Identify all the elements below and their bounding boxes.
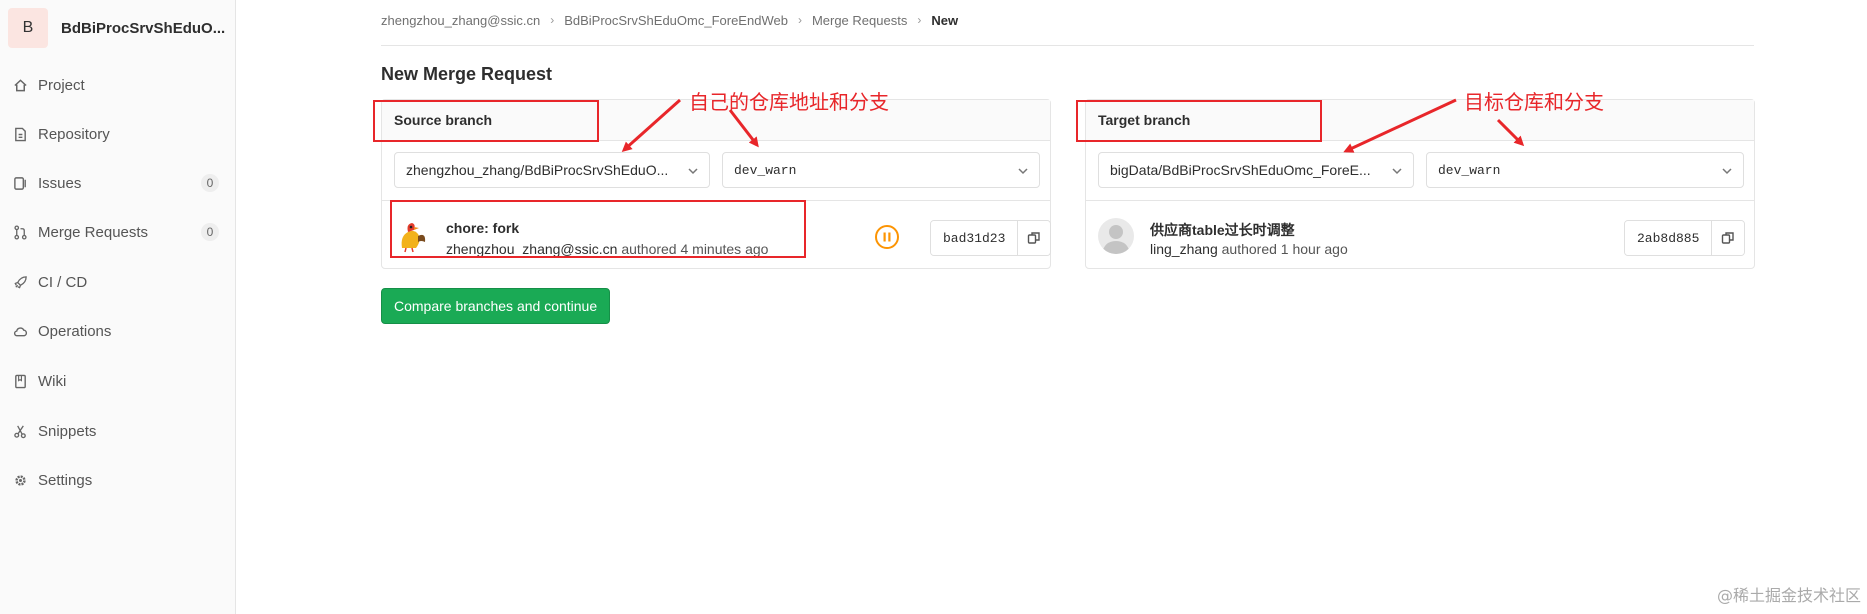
sidebar-item-settings[interactable]: Settings bbox=[0, 464, 236, 496]
breadcrumb-current: New bbox=[931, 12, 959, 28]
pipeline-paused-icon[interactable] bbox=[874, 224, 900, 250]
watermark: @稀土掘金技术社区 bbox=[1716, 586, 1861, 605]
project-name: BdBiProcSrvShEduO... bbox=[61, 19, 226, 37]
copy-icon bbox=[1028, 232, 1041, 244]
commit-divider bbox=[1086, 200, 1754, 201]
target-sha-group: 2ab8d885 bbox=[1624, 220, 1746, 256]
sidebar-item-merge-requests[interactable]: Merge Requests 0 bbox=[0, 216, 236, 248]
breadcrumb: zhengzhou_zhang@ssic.cn › BdBiProcSrvShE… bbox=[381, 10, 958, 30]
merge-icon bbox=[12, 224, 28, 240]
chevron-down-icon bbox=[688, 168, 698, 175]
sidebar-item-label: Settings bbox=[38, 471, 93, 489]
target-branch-select[interactable]: dev_warn bbox=[1426, 152, 1744, 188]
project-header[interactable]: B BdBiProcSrvShEduO... bbox=[8, 8, 225, 48]
source-branch-select[interactable]: dev_warn bbox=[722, 152, 1040, 188]
target-commit: 供应商table过长时调整 ling_zhang authored 1 hour… bbox=[1098, 206, 1746, 264]
sidebar-item-operations[interactable]: Operations bbox=[0, 315, 236, 347]
copy-sha-button[interactable] bbox=[1712, 221, 1745, 255]
source-annotation: 自己的仓库地址和分支 bbox=[689, 90, 889, 114]
rocket-icon bbox=[12, 274, 28, 290]
project-avatar: B bbox=[8, 8, 48, 48]
copy-sha-button[interactable] bbox=[1018, 221, 1051, 255]
chevron-down-icon bbox=[1722, 168, 1732, 175]
target-commit-title[interactable]: 供应商table过长时调整 bbox=[1150, 220, 1295, 240]
breadcrumb-project[interactable]: BdBiProcSrvShEduOmc_ForeEndWeb bbox=[564, 13, 788, 28]
sidebar-item-wiki[interactable]: Wiki bbox=[0, 365, 236, 397]
merge-requests-count-badge: 0 bbox=[201, 223, 219, 241]
breadcrumb-user[interactable]: zhengzhou_zhang@ssic.cn bbox=[381, 13, 540, 28]
source-sha-group: bad31d23 bbox=[930, 220, 1052, 256]
breadcrumb-chevron-icon: › bbox=[917, 13, 922, 27]
source-branch-value: dev_warn bbox=[734, 162, 797, 178]
sidebar-item-label: Repository bbox=[38, 125, 110, 143]
sidebar-item-snippets[interactable]: Snippets bbox=[0, 415, 236, 447]
cloud-icon bbox=[12, 323, 28, 339]
page-title: New Merge Request bbox=[381, 64, 553, 84]
copy-icon bbox=[1722, 232, 1735, 244]
breadcrumb-merge-requests[interactable]: Merge Requests bbox=[812, 13, 907, 28]
sidebar-item-label: Project bbox=[38, 76, 85, 94]
gear-icon bbox=[12, 472, 28, 488]
target-header-highlight bbox=[1076, 100, 1322, 142]
breadcrumb-divider bbox=[381, 45, 1754, 46]
home-icon bbox=[12, 77, 28, 93]
issues-icon bbox=[12, 175, 28, 191]
sidebar-item-label: Wiki bbox=[38, 372, 67, 390]
sidebar-item-repository[interactable]: Repository bbox=[0, 118, 236, 150]
target-commit-author[interactable]: ling_zhang bbox=[1150, 241, 1218, 257]
sidebar-item-label: Merge Requests bbox=[38, 223, 149, 241]
breadcrumb-chevron-icon: › bbox=[797, 13, 802, 27]
target-project-value: bigData/BdBiProcSrvShEduOmc_ForeE... bbox=[1110, 162, 1371, 178]
target-commit-sha[interactable]: 2ab8d885 bbox=[1625, 221, 1713, 255]
target-branch-value: dev_warn bbox=[1438, 162, 1501, 178]
chevron-down-icon bbox=[1392, 168, 1402, 175]
scissors-icon bbox=[12, 423, 28, 439]
sidebar-item-project[interactable]: Project bbox=[0, 69, 236, 101]
sidebar-item-label: CI / CD bbox=[38, 273, 88, 291]
chevron-down-icon bbox=[1018, 168, 1028, 175]
sidebar-item-label: Operations bbox=[38, 322, 112, 340]
target-annotation: 目标仓库和分支 bbox=[1464, 90, 1604, 114]
breadcrumb-chevron-icon: › bbox=[550, 13, 555, 27]
source-header-highlight bbox=[373, 100, 599, 142]
source-project-select[interactable]: zhengzhou_zhang/BdBiProcSrvShEduO... bbox=[394, 152, 710, 188]
target-project-select[interactable]: bigData/BdBiProcSrvShEduOmc_ForeE... bbox=[1098, 152, 1414, 188]
sidebar-item-label: Issues bbox=[38, 174, 82, 192]
sidebar: B BdBiProcSrvShEduO... Project Repositor… bbox=[0, 0, 236, 614]
issues-count-badge: 0 bbox=[201, 174, 219, 192]
target-commit-meta: ling_zhang authored 1 hour ago bbox=[1150, 241, 1348, 257]
sidebar-item-issues[interactable]: Issues 0 bbox=[0, 167, 236, 199]
source-project-value: zhengzhou_zhang/BdBiProcSrvShEduO... bbox=[406, 162, 669, 178]
sidebar-item-ci-cd[interactable]: CI / CD bbox=[0, 266, 236, 298]
default-avatar bbox=[1098, 218, 1134, 254]
doc-icon bbox=[12, 126, 28, 142]
source-commit-sha[interactable]: bad31d23 bbox=[931, 221, 1019, 255]
sidebar-item-label: Snippets bbox=[38, 422, 97, 440]
target-commit-time: authored 1 hour ago bbox=[1221, 241, 1348, 257]
source-commit-highlight bbox=[390, 200, 806, 258]
book-icon bbox=[12, 373, 28, 389]
compare-branches-button[interactable]: Compare branches and continue bbox=[381, 288, 611, 324]
